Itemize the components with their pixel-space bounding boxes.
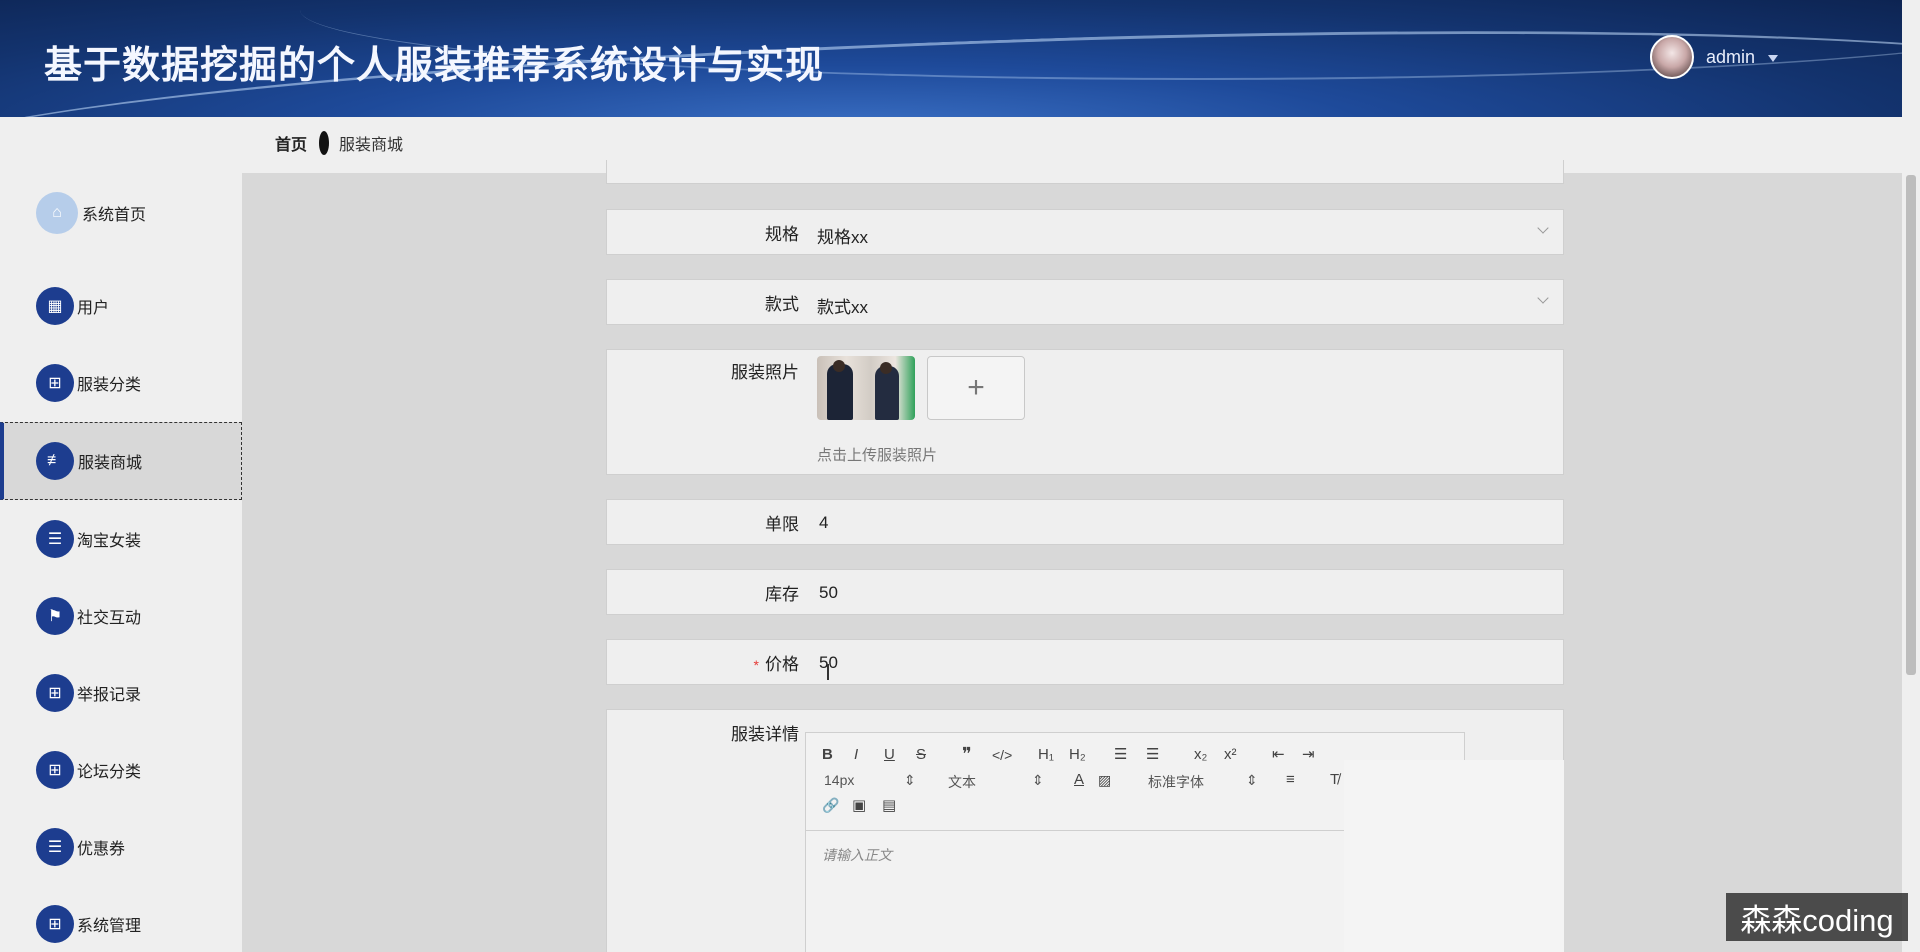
list-icon: ☰ [36, 828, 74, 866]
username-label[interactable]: admin [1706, 47, 1755, 68]
upload-hint: 点击上传服装照片 [817, 447, 938, 464]
scrollbar-thumb[interactable] [1906, 175, 1916, 675]
sidebar-item-forum-category[interactable]: ⊞ 论坛分类 [0, 731, 242, 809]
sidebar-item-label: 淘宝女装 [77, 533, 142, 550]
text-color-button[interactable]: A [1074, 771, 1084, 788]
sidebar-item-label: 系统管理 [77, 918, 142, 935]
grid-icon: ⊞ [36, 674, 74, 712]
ordered-list-button[interactable]: ☰ [1114, 745, 1127, 763]
sidebar-item-reports[interactable]: ⊞ 举报记录 [0, 654, 242, 732]
stock-input[interactable]: 50 [819, 583, 838, 603]
text-cursor-icon [827, 664, 829, 680]
photo-label: 服装照片 [731, 363, 799, 382]
form-row-photo: 服装照片 + 点击上传服装照片 [606, 349, 1564, 475]
form-row-partial [606, 160, 1564, 184]
sidebar-item-users[interactable]: ▦ 用户 [0, 267, 242, 345]
editor-placeholder: 请输入正文 [822, 847, 892, 863]
sidebar-item-clothing-category[interactable]: ⊞ 服装分类 [0, 344, 242, 422]
detail-label: 服装详情 [731, 725, 799, 744]
blockquote-button[interactable]: ❞ [962, 744, 972, 765]
chevron-updown-icon[interactable]: ⇕ [1246, 772, 1258, 789]
chevron-updown-icon[interactable]: ⇕ [1032, 772, 1044, 789]
style-select[interactable]: 款式xx [817, 293, 868, 318]
breadcrumb: 首页 服装商城 [275, 131, 403, 155]
font-size-select[interactable]: 14px [824, 772, 854, 788]
avatar[interactable] [1650, 35, 1694, 79]
underline-button[interactable]: U [884, 746, 895, 763]
h1-button[interactable]: H₁ [1038, 746, 1054, 763]
sidebar-item-label: 系统首页 [82, 207, 147, 224]
form-row-spec: 规格 规格xx [606, 209, 1564, 255]
video-icon[interactable]: ▤ [882, 796, 896, 814]
link-icon[interactable]: 🔗 [822, 797, 839, 814]
grid-icon: ⊞ [36, 905, 74, 943]
sidebar-item-taobao[interactable]: ☰ 淘宝女装 [0, 500, 242, 578]
superscript-button[interactable]: x² [1224, 746, 1237, 763]
breadcrumb-current: 服装商城 [339, 137, 404, 154]
code-block-button[interactable]: </> [992, 747, 1012, 763]
subscript-button[interactable]: x₂ [1194, 746, 1207, 763]
home-icon: ⌂ [36, 192, 78, 234]
upload-button[interactable]: + [927, 356, 1025, 420]
sidebar-item-label: 服装分类 [77, 377, 142, 394]
form-row-stock: 库存 50 [606, 569, 1564, 615]
required-marker: * [753, 657, 759, 673]
grid-icon: ⊞ [36, 364, 74, 402]
outdent-button[interactable]: ⇤ [1272, 745, 1285, 763]
grid-icon: ▦ [36, 287, 74, 325]
sidebar-item-label: 社交互动 [77, 610, 142, 627]
sidebar-item-coupons[interactable]: ☰ 优惠券 [0, 808, 242, 886]
sidebar-item-social[interactable]: ⚑ 社交互动 [0, 577, 242, 655]
limit-label: 单限 [765, 515, 799, 534]
h2-button[interactable]: H₂ [1069, 746, 1086, 763]
italic-button[interactable]: I [854, 746, 858, 763]
grid-icon: ⊞ [36, 751, 74, 789]
breadcrumb-home[interactable]: 首页 [275, 131, 307, 155]
font-family-select[interactable]: 标准字体 [1148, 772, 1204, 792]
chevron-down-icon[interactable] [1537, 292, 1549, 304]
flag-icon: ⚑ [36, 597, 74, 635]
sidebar-item-label: 论坛分类 [77, 764, 142, 781]
chevron-down-icon[interactable] [1537, 222, 1549, 234]
spec-select[interactable]: 规格xx [817, 223, 868, 248]
sliders-icon: ≢ [36, 442, 74, 480]
form-row-style: 款式 款式xx [606, 279, 1564, 325]
sidebar: ⌂ 系统首页 ▦ 用户 ⊞ 服装分类 ≢ 服装商城 ☰ 淘宝女装 ⚑ 社交互动 … [0, 117, 242, 952]
chevron-down-icon[interactable] [1768, 55, 1778, 62]
sidebar-item-label: 用户 [77, 300, 110, 317]
image-icon[interactable]: ▣ [852, 796, 866, 814]
bullet-list-button[interactable]: ☰ [1146, 745, 1159, 763]
app-title: 基于数据挖掘的个人服装推荐系统设计与实现 [44, 45, 825, 87]
style-label: 款式 [765, 295, 799, 314]
sidebar-item-clothing-mall[interactable]: ≢ 服装商城 [0, 422, 242, 500]
watermark: 森森coding [1726, 893, 1908, 941]
align-button[interactable]: ≡ [1286, 771, 1295, 788]
spec-label: 规格 [765, 225, 799, 244]
form-row-limit: 单限 4 [606, 499, 1564, 545]
background-color-button[interactable]: ▨ [1098, 772, 1111, 789]
sidebar-item-system[interactable]: ⊞ 系统管理 [0, 885, 242, 952]
list-icon: ☰ [36, 520, 74, 558]
stock-label: 库存 [765, 585, 799, 604]
clothing-photo-thumbnail[interactable] [817, 356, 915, 420]
limit-input[interactable]: 4 [819, 513, 828, 533]
breadcrumb-separator-icon [319, 131, 330, 155]
app-header: 基于数据挖掘的个人服装推荐系统设计与实现 admin [0, 0, 1902, 117]
sidebar-item-label: 举报记录 [77, 687, 142, 704]
sidebar-item-home[interactable]: ⌂ 系统首页 [0, 174, 242, 252]
strike-button[interactable]: S [916, 746, 926, 763]
header-select[interactable]: 文本 [948, 772, 976, 792]
overlay-patch [1344, 760, 1564, 952]
sidebar-item-label: 服装商城 [78, 455, 143, 472]
bold-button[interactable]: B [822, 746, 833, 763]
form-row-price: * 价格 50 [606, 639, 1564, 685]
chevron-updown-icon[interactable]: ⇕ [904, 772, 916, 789]
sidebar-item-label: 优惠券 [77, 841, 126, 858]
indent-button[interactable]: ⇥ [1302, 745, 1315, 763]
price-label: * 价格 [753, 655, 799, 674]
clear-format-button[interactable]: T̸ [1330, 771, 1339, 788]
